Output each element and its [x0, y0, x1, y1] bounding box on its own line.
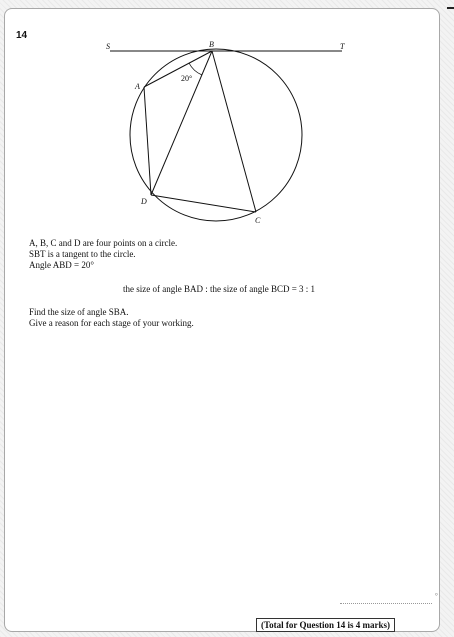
statement-points: A, B, C and D are four points on a circl… [29, 238, 178, 248]
instruction-reason: Give a reason for each stage of your wor… [29, 318, 194, 328]
chord-ad [143, 86, 152, 196]
point-label-b: B [209, 40, 214, 49]
angle-label-20: 20° [181, 74, 192, 83]
ratio-statement: the size of angle BAD : the size of angl… [123, 284, 316, 294]
point-label-a: A [134, 82, 140, 91]
answer-line[interactable] [340, 603, 432, 604]
statement-angle: Angle ABD = 20° [29, 260, 94, 270]
statement-tangent: SBT is a tangent to the circle. [29, 249, 136, 259]
degree-marker: ° [435, 592, 438, 600]
instruction-find: Find the size of angle SBA. [29, 307, 129, 317]
chord-dc [150, 194, 257, 213]
point-label-t: T [340, 42, 345, 51]
chord-bc [211, 50, 257, 213]
total-marks: (Total for Question 14 is 4 marks) [256, 618, 396, 632]
point-label-d: D [140, 197, 147, 206]
chord-bd [150, 50, 213, 196]
exam-page: 14 20° S B T A D C A, B, C and D are fou… [4, 8, 440, 632]
circle-figure: 20° S B T A D C [106, 40, 345, 225]
chord-ab [143, 50, 213, 88]
point-label-s: S [106, 42, 110, 51]
circle [129, 48, 303, 222]
corner-mark [447, 7, 454, 9]
point-label-c: C [255, 216, 261, 225]
